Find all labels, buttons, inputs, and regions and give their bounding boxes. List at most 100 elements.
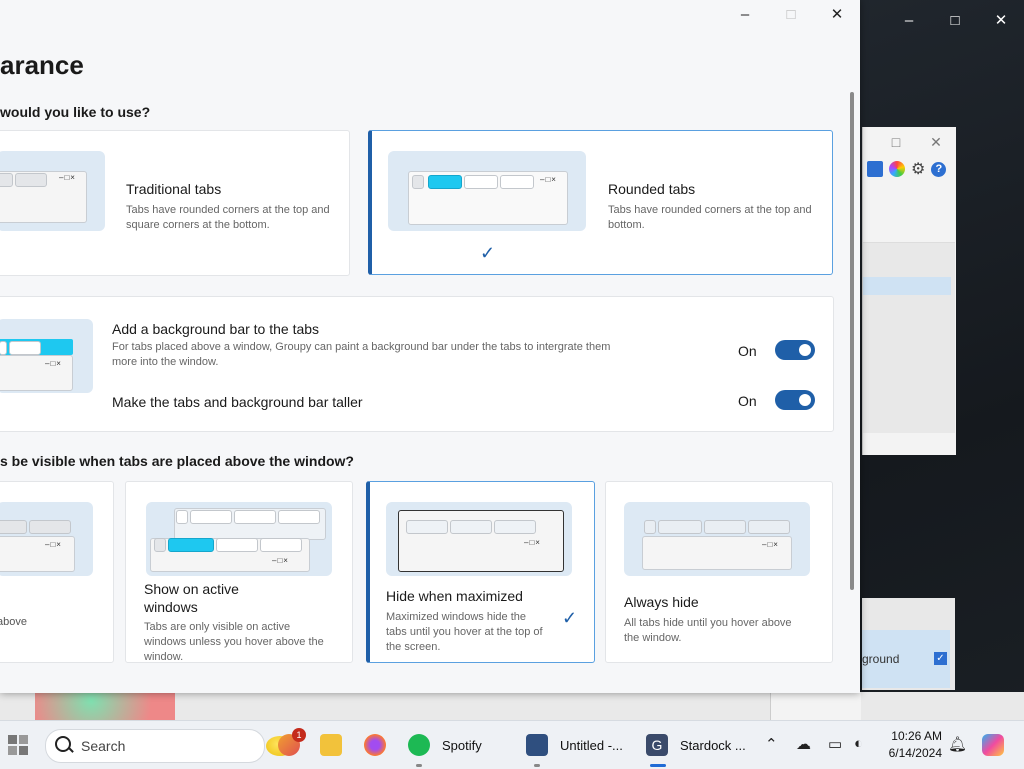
bg-list-row[interactable]: ground ✓	[862, 630, 950, 688]
taskbar-paint[interactable]: Untitled -...	[526, 721, 623, 769]
minimize-button[interactable]: –	[722, 0, 768, 32]
paint-running-indicator	[534, 764, 540, 767]
network-icon[interactable]: ▭	[828, 735, 842, 753]
taller-bar-toggle[interactable]	[775, 390, 815, 410]
bg-minimize-button[interactable]: –	[886, 12, 932, 29]
background-bar-preview: –□×	[0, 319, 93, 393]
taskbar-file-explorer[interactable]	[320, 721, 342, 769]
bg-bottom-right-pane	[770, 692, 861, 720]
clock[interactable]: 10:26 AM 6/14/2024	[880, 728, 942, 762]
help-icon[interactable]: ?	[931, 161, 947, 177]
bg-close-button[interactable]: ✕	[978, 11, 1024, 29]
bg-panel	[863, 242, 955, 433]
preview-window-controls: –□×	[524, 538, 541, 547]
hide-when-maximized-title: Hide when maximized	[386, 588, 523, 604]
tab-style-question: would you like to use?	[0, 104, 151, 120]
stardock-active-indicator	[650, 764, 666, 767]
rounded-tabs-desc: Tabs have rounded corners at the top and…	[608, 204, 812, 231]
traditional-tabs-title: Traditional tabs	[126, 181, 222, 197]
preview-tab	[748, 520, 790, 534]
always-hide-desc: All tabs hide until you hover above the …	[624, 617, 792, 644]
maximize-button[interactable]: □	[768, 0, 814, 32]
option-always-hide[interactable]: –□× Always hide All tabs hide until you …	[605, 481, 833, 663]
copilot-button[interactable]	[982, 721, 1004, 769]
start-button[interactable]	[8, 721, 28, 769]
notification-badge: 1	[292, 728, 306, 742]
show-on-active-desc: Tabs are only visible on active windows …	[144, 621, 324, 663]
appearance-window: – □ ✕ arance would you like to use? –□× …	[0, 0, 860, 693]
taskbar-stardock[interactable]: G Stardock ...	[646, 721, 746, 769]
hide-when-maximized-preview: –□×	[386, 502, 572, 576]
stardock-label: Stardock ...	[680, 737, 746, 753]
background-groupy-window: □ ✕ ⚙ ?	[862, 127, 956, 455]
volume-icon[interactable]: ◐	[854, 735, 863, 752]
spotify-running-indicator	[416, 764, 422, 767]
preview-tab	[500, 175, 534, 189]
preview-window-controls: –□×	[540, 175, 557, 184]
notification-bell-icon[interactable]: 🔔︎	[948, 735, 967, 753]
taller-bar-state: On	[738, 393, 757, 409]
preview-tab	[9, 341, 41, 355]
gear-icon[interactable]: ⚙	[911, 159, 925, 179]
preview-window-controls: –□×	[59, 173, 76, 182]
background-bottom-window	[0, 692, 1024, 720]
option-show-on-active[interactable]: –□× Show on active windows Tabs are only…	[125, 481, 353, 663]
background-bar-state: On	[738, 343, 757, 359]
preview-tab	[216, 538, 258, 552]
copilot-icon	[982, 734, 1004, 756]
preview-window-controls: –□×	[45, 540, 62, 549]
background-bar-title: Add a background bar to the tabs	[112, 321, 320, 337]
checkbox-checked-icon[interactable]: ✓	[934, 652, 947, 665]
checkmark-icon: ✓	[562, 608, 578, 628]
option-traditional-tabs[interactable]: –□× Traditional tabs Tabs have rounded c…	[0, 130, 350, 276]
traditional-tabs-preview: –□×	[0, 151, 105, 231]
preview-tab	[406, 520, 448, 534]
bg2-maximize-button[interactable]: □	[876, 134, 916, 150]
paint-icon	[526, 734, 548, 756]
bg-maximize-button[interactable]: □	[932, 12, 978, 29]
vertical-scrollbar[interactable]	[850, 92, 854, 590]
preview-window-controls: –□×	[272, 556, 289, 565]
preview-active-tab	[168, 538, 214, 552]
chevron-up-icon[interactable]: ⌃	[765, 735, 778, 753]
taskbar-copilot[interactable]: 1	[278, 721, 306, 769]
taskbar-spotify[interactable]: Spotify	[408, 721, 482, 769]
taller-bar-title: Make the tabs and background bar taller	[112, 394, 363, 410]
search-box[interactable]: Search	[45, 729, 294, 763]
option-hide-when-maximized[interactable]: –□× Hide when maximized Maximized window…	[366, 481, 595, 663]
bg-selected-row[interactable]	[863, 277, 951, 295]
background-bar-settings: –□× Add a background bar to the tabs For…	[0, 296, 834, 432]
preview-tab	[176, 510, 188, 524]
always-show-preview: –□×	[0, 502, 93, 576]
firefox-icon	[364, 734, 386, 756]
preview-tab	[154, 538, 166, 552]
option-always-show[interactable]: –□× above	[0, 481, 114, 663]
rounded-tabs-title: Rounded tabs	[608, 181, 696, 197]
show-on-active-preview: –□×	[146, 502, 332, 576]
search-placeholder: Search	[81, 738, 126, 754]
close-button[interactable]: ✕	[814, 0, 860, 32]
color-wheel-icon[interactable]	[889, 161, 905, 177]
preview-window	[0, 536, 75, 572]
background-bar-toggle[interactable]	[775, 340, 815, 360]
taskbar-firefox[interactable]	[364, 721, 386, 769]
spotify-label: Spotify	[442, 737, 482, 753]
rounded-tabs-preview: –□×	[388, 151, 586, 231]
preview-window	[0, 355, 73, 391]
bg2-close-button[interactable]: ✕	[916, 134, 956, 151]
onedrive-offline-icon[interactable]: ☁	[796, 735, 811, 753]
layers-icon[interactable]	[867, 161, 883, 177]
color-blob-image	[35, 692, 175, 720]
preview-tab	[494, 520, 536, 534]
groupy-icon: G	[646, 734, 668, 756]
traditional-tabs-desc: Tabs have rounded corners at the top and…	[126, 204, 330, 231]
always-show-desc: above	[0, 616, 27, 628]
option-rounded-tabs[interactable]: –□× Rounded tabs Tabs have rounded corne…	[368, 130, 833, 275]
page-title: arance	[0, 50, 84, 80]
preview-window-controls: –□×	[762, 540, 779, 549]
preview-tab	[464, 175, 498, 189]
clock-date: 6/14/2024	[888, 746, 942, 760]
preview-tab	[658, 520, 702, 534]
windows-logo-icon	[8, 735, 28, 755]
preview-tab	[704, 520, 746, 534]
